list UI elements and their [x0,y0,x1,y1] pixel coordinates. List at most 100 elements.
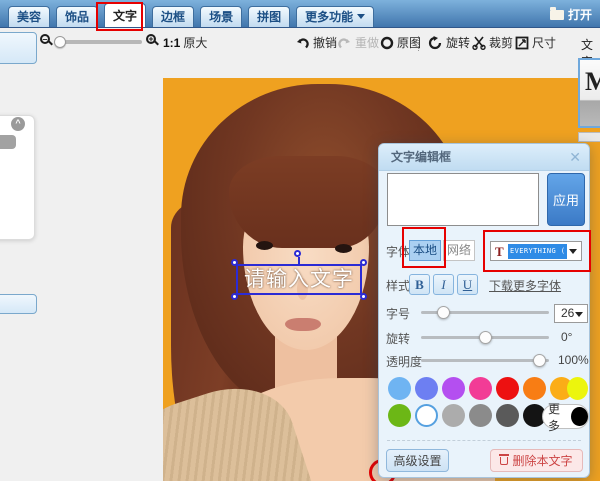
tab-collage[interactable]: 拼图 [248,6,291,27]
apply-button[interactable]: 应用 [547,173,585,226]
underline-button[interactable]: U [457,274,478,295]
folder-icon [549,6,564,20]
font-type-icon: T [495,244,504,259]
original-image-button[interactable]: 原图 [380,34,421,51]
advanced-settings-button[interactable]: 高级设置 [386,449,449,472]
text-input-area[interactable] [387,173,539,226]
zoom-out-icon: – [40,34,53,47]
collapse-icon[interactable]: ^ [11,117,25,131]
zoom-ratio[interactable]: 1:1 原大 [163,34,207,51]
font-local-button[interactable]: 本地 [409,240,441,261]
undo-label: 撤销 [313,36,338,50]
bold-button[interactable]: B [409,274,430,295]
color-swatch[interactable] [496,404,519,427]
crop-scissors-icon [472,36,486,50]
font-size-slider-handle[interactable] [437,306,450,319]
rotation-value: 0° [561,330,573,344]
black-color-swatch[interactable] [571,407,588,426]
tab-accessories[interactable]: 饰品 [56,6,99,27]
panel-divider [387,440,581,441]
opacity-label: 透明度 [386,355,423,369]
rotate-icon [428,35,442,49]
zoom-slider-handle[interactable] [54,36,66,48]
opacity-slider[interactable] [421,354,549,367]
font-size-slider[interactable] [421,306,549,319]
font-label: 字体 [386,245,411,259]
color-swatch[interactable] [388,377,411,400]
font-preview-tile[interactable]: M [578,58,600,128]
text-resize-handle[interactable] [231,259,238,266]
font-size-select[interactable]: 26 [554,304,588,323]
download-more-fonts-link[interactable]: 下载更多字体 [489,277,561,294]
tab-beauty[interactable]: 美容 [8,6,51,27]
delete-text-label: 删除本文字 [512,454,573,468]
rotation-slider-handle[interactable] [479,331,492,344]
color-swatch[interactable] [469,377,492,400]
font-family-value: EVERYTHING ( [508,244,567,259]
close-icon[interactable]: ✕ [569,149,581,166]
left-panel-remnant-bottom[interactable] [0,294,37,314]
panel-title: 文字编辑框 [379,144,589,171]
tab-more-label: 更多功能 [305,10,354,24]
crop-label: 裁剪 [489,36,514,50]
zoom-ratio-value: 1:1 [163,35,181,50]
chevron-down-icon [575,312,583,317]
opacity-value: 100% [558,353,589,367]
color-swatch[interactable] [523,377,546,400]
text-editor-panel: 文字编辑框 ✕ 应用 字体 本地 网络 T EVERYTHING ( 样式 B … [378,143,590,478]
color-swatch[interactable] [567,377,588,400]
photo-bangs [229,156,387,248]
resize-button[interactable]: 尺寸 [515,34,556,51]
left-tool-card [0,115,35,240]
open-button[interactable]: 打开 [549,6,592,23]
text-resize-handle[interactable] [360,293,367,300]
color-swatch[interactable] [442,377,465,400]
zoom-in-button[interactable]: + [146,34,159,47]
photo-eye-right [335,244,352,253]
font-preview-tile-next[interactable] [578,132,600,142]
chevron-down-icon [569,249,577,254]
delete-text-button[interactable]: 删除本文字 [490,449,583,472]
font-sample-letter: M [585,67,600,96]
crop-button[interactable]: 裁剪 [472,34,513,51]
font-size-label: 字号 [386,307,411,321]
color-swatch[interactable] [496,377,519,400]
color-swatch[interactable] [469,404,492,427]
italic-button[interactable]: I [433,274,454,295]
redo-button[interactable]: 重做 [337,34,379,51]
text-resize-handle[interactable] [231,293,238,300]
font-network-button[interactable]: 网络 [443,240,475,261]
rotation-slider[interactable] [421,331,549,344]
rotate-handle-stem [298,257,300,265]
opacity-slider-handle[interactable] [533,354,546,367]
rotation-label: 旋转 [386,332,411,346]
open-button-label: 打开 [567,8,592,22]
tab-scene[interactable]: 场景 [200,6,243,27]
zoom-slider[interactable] [54,36,142,48]
chevron-down-icon [357,14,366,19]
color-swatch-selected[interactable] [415,404,438,427]
color-swatch[interactable] [388,404,411,427]
redo-label: 重做 [355,36,380,50]
font-family-select[interactable]: T EVERYTHING ( [490,241,582,261]
undo-icon [297,37,309,48]
tab-border[interactable]: 边框 [152,6,195,27]
font-size-value: 26 [561,306,575,320]
zoom-out-button[interactable]: – [40,34,53,47]
color-swatch[interactable] [442,404,465,427]
text-rotate-handle[interactable] [294,250,301,257]
photo-lips [285,318,321,331]
canvas-text-overlay[interactable]: 请输入文字 [231,250,367,300]
photo-eye-left [256,241,273,250]
redo-icon [338,37,350,48]
undo-button[interactable]: 撤销 [295,34,337,51]
style-label: 样式 [386,279,411,293]
tab-text[interactable]: 文字 [104,3,147,27]
trash-icon [499,453,510,465]
more-colors-label: 更多 [548,401,561,433]
color-swatch[interactable] [415,377,438,400]
text-resize-handle[interactable] [360,259,367,266]
rotate-button[interactable]: 旋转 [428,34,470,51]
more-colors-button[interactable]: 更多 [542,402,589,433]
tab-more-functions[interactable]: 更多功能 [296,6,375,27]
